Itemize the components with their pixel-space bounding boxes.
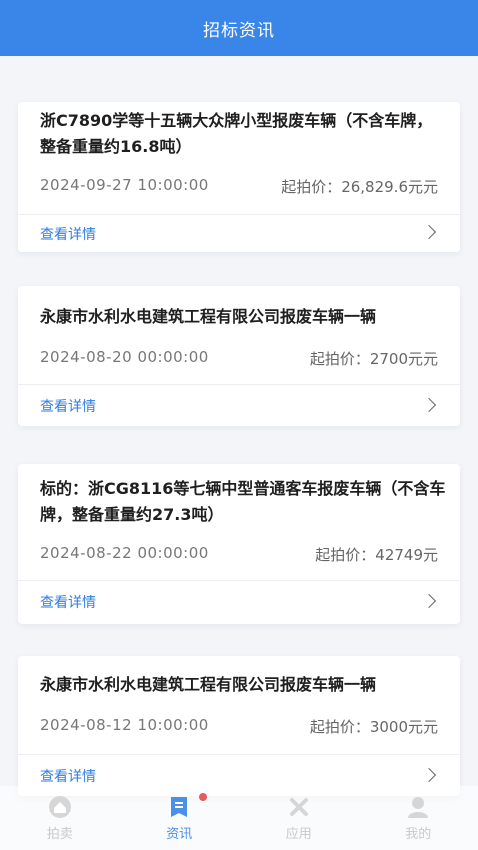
listing-date: 2024-08-20 00:00:00: [40, 348, 209, 366]
divider: [18, 754, 460, 755]
tab-label: 资讯: [166, 827, 193, 842]
divider: [18, 214, 460, 215]
listing-title: 永康市水利水电建筑工程有限公司报废车辆一辆: [40, 675, 377, 694]
user-icon: [408, 797, 429, 818]
listing-card[interactable]: 标的：浙CG8116等七辆中型普通客车报废车辆（不含车牌，整备重量约27.3吨）…: [18, 464, 460, 624]
listing-title: 标的：浙CG8116等七辆中型普通客车报废车辆（不含车牌，整备重量约27.3吨）: [40, 479, 446, 524]
tab-news[interactable]: 资讯: [120, 786, 240, 850]
view-details-link[interactable]: 查看详情: [40, 592, 96, 612]
listing-card[interactable]: 永康市水利水电建筑工程有限公司报废车辆一辆 2024-08-20 00:00:0…: [18, 286, 460, 426]
tab-label: 我的: [405, 827, 432, 842]
divider: [18, 384, 460, 385]
home-icon: [48, 796, 71, 818]
listing-price: 起拍价：26,829.6元元: [281, 178, 438, 196]
listing-price: 起拍价：42749元: [315, 546, 438, 564]
listing-title: 浙C7890学等十五辆大众牌小型报废车辆（不含车牌，整备重量约16.8吨）: [40, 111, 433, 156]
listing-price: 起拍价：3000元元: [309, 718, 438, 736]
tab-auction[interactable]: 拍卖: [0, 786, 120, 850]
tab-label: 拍卖: [46, 827, 73, 842]
app-header: 招标资讯: [0, 0, 478, 56]
chevron-right-icon[interactable]: [421, 767, 437, 783]
listing-date: 2024-08-12 10:00:00: [40, 716, 209, 734]
news-icon: [171, 797, 188, 817]
listing-price: 起拍价：2700元元: [309, 350, 438, 368]
apps-icon: [289, 798, 308, 816]
listing-date: 2024-08-22 00:00:00: [40, 544, 209, 562]
tab-label: 应用: [285, 827, 312, 842]
listing-date: 2024-09-27 10:00:00: [40, 176, 209, 194]
divider: [18, 580, 460, 581]
tab-mine[interactable]: 我的: [359, 786, 478, 850]
listing-card[interactable]: 永康市水利水电建筑工程有限公司报废车辆一辆 2024-08-12 10:00:0…: [18, 656, 460, 796]
view-details-link[interactable]: 查看详情: [40, 224, 96, 244]
listing-card[interactable]: 浙C7890学等十五辆大众牌小型报废车辆（不含车牌，整备重量约16.8吨） 20…: [18, 102, 460, 252]
page-title: 招标资讯: [203, 20, 275, 41]
chevron-right-icon[interactable]: [421, 593, 437, 609]
bottom-tab-bar: 拍卖 资讯 应用 我的: [0, 786, 478, 850]
listing-title: 永康市水利水电建筑工程有限公司报废车辆一辆: [40, 307, 377, 326]
notification-badge: [199, 793, 208, 801]
view-details-link[interactable]: 查看详情: [40, 766, 96, 786]
chevron-right-icon[interactable]: [421, 397, 437, 413]
tab-apps[interactable]: 应用: [239, 786, 359, 850]
chevron-right-icon[interactable]: [421, 224, 437, 240]
view-details-link[interactable]: 查看详情: [40, 396, 96, 416]
